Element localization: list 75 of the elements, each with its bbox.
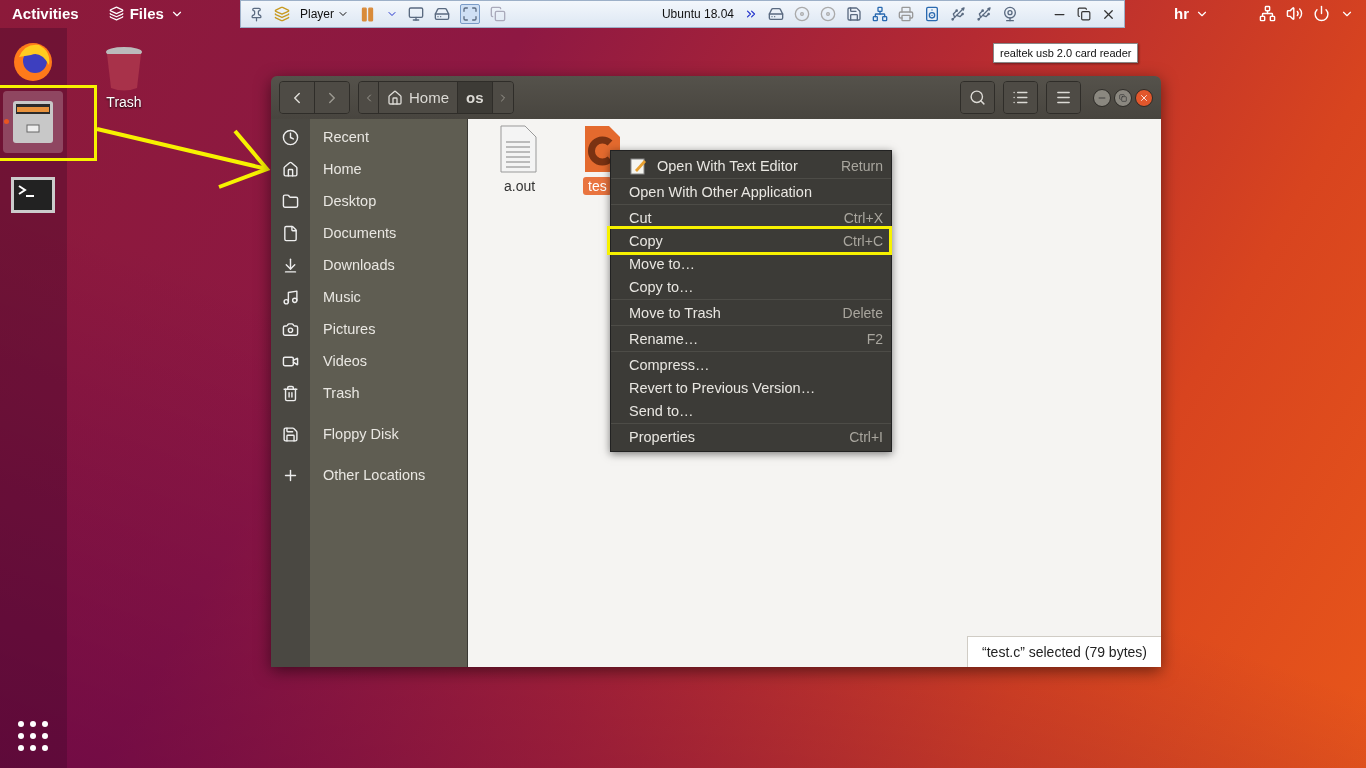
menu-item[interactable]: Copy Ctrl+C [611,229,891,252]
floppy-icon[interactable] [846,6,862,22]
power-icon[interactable] [1313,5,1330,22]
floppy-icon [282,425,299,443]
back-button[interactable] [280,82,315,113]
printer-icon[interactable] [898,6,914,22]
desktop-icon-label[interactable]: Trash [106,94,142,110]
close-icon [1139,92,1149,103]
app-menu[interactable]: Files [108,5,184,22]
webcam-icon[interactable] [1002,6,1018,22]
speaker-icon[interactable] [924,6,940,22]
clock-icon [282,128,299,146]
usb-icon[interactable] [950,6,966,22]
keyboard-layout-menu[interactable]: hr [1174,5,1209,22]
menu-item[interactable]: Move to… [611,252,891,275]
sidebar-item[interactable]: Music [271,281,467,313]
document-icon [282,224,299,242]
usb-icon[interactable] [976,6,992,22]
status-bar: “test.c” selected (79 bytes) [967,636,1161,667]
sidebar-item[interactable]: Downloads [271,249,467,281]
activities-button[interactable]: Activities [12,5,79,22]
terminal-icon [10,176,56,214]
sidebar-item[interactable]: Pictures [271,313,467,345]
drive-icon[interactable] [434,6,450,22]
volume-icon[interactable] [1286,5,1303,22]
view-toggle-button[interactable] [1004,82,1037,113]
document-icon [499,125,537,173]
menu-item[interactable]: Send to… [611,399,891,422]
menu-item[interactable]: Rename… F2 [611,327,891,350]
camera-icon [282,320,299,338]
chevrons-icon[interactable] [744,7,758,21]
menu-item[interactable]: Cut Ctrl+X [611,206,891,229]
menu-icon [1055,89,1072,106]
list-icon [1012,89,1029,106]
search-button[interactable] [961,82,994,113]
menu-item[interactable]: Properties Ctrl+I [611,425,891,448]
trash-icon [282,384,299,402]
trash-can-icon [104,46,144,92]
music-icon [282,288,299,306]
folder-icon [282,192,299,210]
vm-name: Ubuntu 18.04 [661,7,734,21]
sidebar-item[interactable]: Desktop [271,185,467,217]
home-icon [387,89,403,106]
sidebar-item[interactable]: Documents [271,217,467,249]
maximize-icon [1119,93,1127,102]
show-applications-icon[interactable] [17,720,49,752]
sidebar-item[interactable]: Other Locations [271,459,467,491]
sidebar-item[interactable]: Videos [271,345,467,377]
tooltip: realtek usb 2.0 card reader [993,43,1139,63]
search-icon [969,89,986,106]
close-button[interactable] [1135,88,1153,107]
menu-button[interactable] [1047,82,1080,113]
sidebar-item[interactable]: Trash [271,377,467,409]
menu-item[interactable]: Open With Other Application [611,180,891,203]
pin-icon[interactable] [249,6,264,22]
home-icon [282,160,299,178]
menu-item[interactable]: Copy to… [611,275,891,298]
network-icon[interactable] [1259,5,1276,22]
menu-item[interactable]: Move to Trash Delete [611,301,891,324]
download-icon [282,256,299,274]
menu-item[interactable]: Compress… [611,353,891,376]
sidebar-item[interactable]: Home [271,153,467,185]
minimize-button[interactable] [1093,88,1111,107]
fullscreen-icon[interactable] [462,6,478,22]
player-menu[interactable]: Player [300,7,349,21]
path-button[interactable]: os [458,82,493,113]
menu-item[interactable]: Revert to Previous Version… [611,376,891,399]
network-adapter-icon[interactable] [872,6,888,22]
dock-item[interactable] [3,91,63,153]
menu-item[interactable]: Open With Text Editor Return [611,154,891,177]
sidebar-item[interactable]: Recent [271,121,467,153]
restore-icon[interactable] [1077,7,1091,21]
maximize-button[interactable] [1114,88,1132,107]
file-name[interactable]: a.out [499,177,541,195]
sidebar-item[interactable]: Floppy Disk [271,418,467,450]
